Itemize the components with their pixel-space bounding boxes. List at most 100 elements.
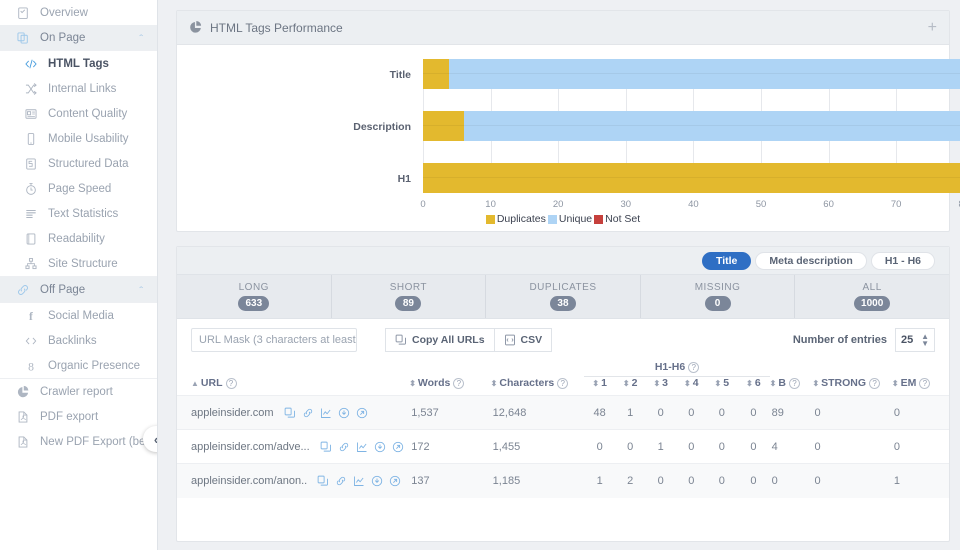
- help-icon[interactable]: ?: [869, 378, 880, 389]
- sort-icon[interactable]: ⬍: [746, 379, 752, 388]
- sidebar-item-crawler-report[interactable]: Crawler report: [0, 379, 157, 404]
- help-icon[interactable]: ?: [453, 378, 464, 389]
- sidebar-item-on-page[interactable]: On Page⌃: [0, 25, 157, 50]
- table-row[interactable]: appleinsider.com/adve...1721,45500100040…: [177, 430, 949, 464]
- table-row[interactable]: appleinsider.com1,53712,64848100008900: [177, 396, 949, 430]
- sort-icon[interactable]: ⬍: [892, 379, 898, 388]
- external-link-circle-icon[interactable]: [392, 441, 404, 453]
- stat-all[interactable]: ALL1000: [795, 275, 949, 318]
- sidebar-item-social-media[interactable]: fSocial Media: [0, 303, 157, 328]
- copy-icon[interactable]: [284, 407, 296, 419]
- column-header-1[interactable]: ⬍1: [584, 377, 615, 396]
- url-link[interactable]: appleinsider.com/adve...: [191, 441, 310, 453]
- sidebar-item-readability[interactable]: Readability: [0, 226, 157, 251]
- entries-select[interactable]: 25 ▲▼: [895, 328, 935, 352]
- sort-icon[interactable]: ⬍: [684, 379, 690, 388]
- copy-icon[interactable]: [317, 475, 329, 487]
- table-row[interactable]: appleinsider.com/anon..1371,185120000001: [177, 464, 949, 498]
- column-header-strong[interactable]: ⬍STRONG?: [812, 377, 891, 396]
- cell-url: appleinsider.com/adve...: [177, 430, 409, 464]
- sort-icon[interactable]: ⬍: [770, 379, 776, 388]
- sort-icon[interactable]: ⬍: [592, 379, 598, 388]
- chevron-up-icon[interactable]: ⌃: [137, 285, 145, 294]
- copy-all-urls-button[interactable]: Copy All URLs: [385, 328, 495, 352]
- sidebar-item-off-page[interactable]: Off Page⌃: [0, 277, 157, 302]
- sidebar-item-mobile-usability[interactable]: Mobile Usability: [0, 126, 157, 151]
- column-header-characters[interactable]: ⬍Characters?: [491, 377, 585, 396]
- download-circle-icon[interactable]: [371, 475, 383, 487]
- chart-bar-h1: [423, 163, 960, 193]
- url-link[interactable]: appleinsider.com: [191, 407, 274, 419]
- stat-missing[interactable]: MISSING0: [641, 275, 796, 318]
- link-icon[interactable]: [335, 475, 347, 487]
- sidebar-item-internal-links[interactable]: Internal Links: [0, 76, 157, 101]
- chart-icon[interactable]: [353, 475, 365, 487]
- sidebar-item-pdf-export[interactable]: PDF export: [0, 404, 157, 429]
- csv-export-button[interactable]: CSV: [495, 328, 553, 352]
- sort-icon[interactable]: ⬍: [491, 379, 497, 388]
- sort-icon[interactable]: ⬍: [623, 379, 629, 388]
- help-icon[interactable]: ?: [789, 378, 800, 389]
- column-header-b[interactable]: ⬍B?: [770, 377, 813, 396]
- chart-bar-segment-unique: [449, 59, 960, 89]
- copy-icon[interactable]: [320, 441, 332, 453]
- sort-icon[interactable]: ⬍: [812, 379, 818, 388]
- download-circle-icon[interactable]: [374, 441, 386, 453]
- column-header-3[interactable]: ⬍3: [645, 377, 676, 396]
- sidebar-item-structured-data[interactable]: Structured Data: [0, 151, 157, 176]
- pdf-file-icon: [12, 433, 34, 451]
- stat-short[interactable]: SHORT89: [332, 275, 487, 318]
- sidebar-item-backlinks[interactable]: Backlinks: [0, 328, 157, 353]
- pdf-file-icon: [12, 408, 34, 426]
- column-header-em[interactable]: ⬍EM?: [892, 377, 949, 396]
- cell-strong: 0: [812, 430, 891, 464]
- stat-long[interactable]: LONG633: [177, 275, 332, 318]
- download-circle-icon[interactable]: [338, 407, 350, 419]
- column-header-5[interactable]: ⬍5: [707, 377, 738, 396]
- code-tag-icon: [20, 55, 42, 73]
- stat-label: LONG: [239, 282, 269, 293]
- sidebar-item-site-structure[interactable]: Site Structure: [0, 251, 157, 276]
- link-icon[interactable]: [302, 407, 314, 419]
- chart-icon[interactable]: [320, 407, 332, 419]
- url-link[interactable]: appleinsider.com/anon..: [191, 475, 307, 487]
- external-link-circle-icon[interactable]: [356, 407, 368, 419]
- chart-category-label: Description: [191, 121, 411, 133]
- sidebar-item-new-pdf-export-beta[interactable]: New PDF Export (beta): [0, 429, 157, 454]
- help-icon[interactable]: ?: [557, 378, 568, 389]
- sidebar-item-page-speed[interactable]: Page Speed: [0, 176, 157, 201]
- external-link-circle-icon[interactable]: [389, 475, 401, 487]
- url-mask-input[interactable]: URL Mask (3 characters at least): [191, 328, 357, 352]
- sort-icon[interactable]: ⬍: [653, 379, 659, 388]
- sidebar-item-organic-presence[interactable]: 8Organic Presence: [0, 353, 157, 378]
- help-icon[interactable]: ?: [688, 362, 699, 373]
- sidebar-item-content-quality[interactable]: Content Quality: [0, 101, 157, 126]
- tab-meta-description[interactable]: Meta description: [755, 252, 866, 270]
- sidebar-item-overview[interactable]: Overview: [0, 0, 157, 25]
- stat-duplicates[interactable]: DUPLICATES38: [486, 275, 641, 318]
- add-widget-icon[interactable]: +: [928, 20, 937, 36]
- chart-legend-item[interactable]: Duplicates: [486, 213, 546, 225]
- column-header-6[interactable]: ⬍6: [737, 377, 770, 396]
- column-header-4[interactable]: ⬍4: [676, 377, 707, 396]
- chart-icon[interactable]: [356, 441, 368, 453]
- help-icon[interactable]: ?: [226, 378, 237, 389]
- chart-legend-item[interactable]: Not Set: [594, 213, 640, 225]
- sort-icon[interactable]: ⬍: [409, 379, 415, 388]
- column-header-2[interactable]: ⬍2: [615, 377, 646, 396]
- chevron-up-icon[interactable]: ⌃: [137, 33, 145, 42]
- tab-title[interactable]: Title: [702, 252, 751, 270]
- sidebar-item-html-tags[interactable]: HTML Tags: [0, 51, 157, 76]
- tab-h1-h6[interactable]: H1 - H6: [871, 252, 935, 270]
- link-icon[interactable]: [338, 441, 350, 453]
- column-header-url[interactable]: ▲URL?: [177, 377, 409, 396]
- chart-legend-item[interactable]: Unique: [548, 213, 592, 225]
- sidebar-item-text-statistics[interactable]: Text Statistics: [0, 201, 157, 226]
- sort-icon[interactable]: ⬍: [715, 379, 721, 388]
- column-label: B: [778, 377, 786, 389]
- help-icon[interactable]: ?: [919, 378, 930, 389]
- column-header-words[interactable]: ⬍Words?: [409, 377, 490, 396]
- cell-h2: 2: [615, 464, 646, 498]
- chart-legend: DuplicatesUniqueNot Set: [177, 213, 949, 225]
- sort-asc-icon[interactable]: ▲: [191, 379, 198, 388]
